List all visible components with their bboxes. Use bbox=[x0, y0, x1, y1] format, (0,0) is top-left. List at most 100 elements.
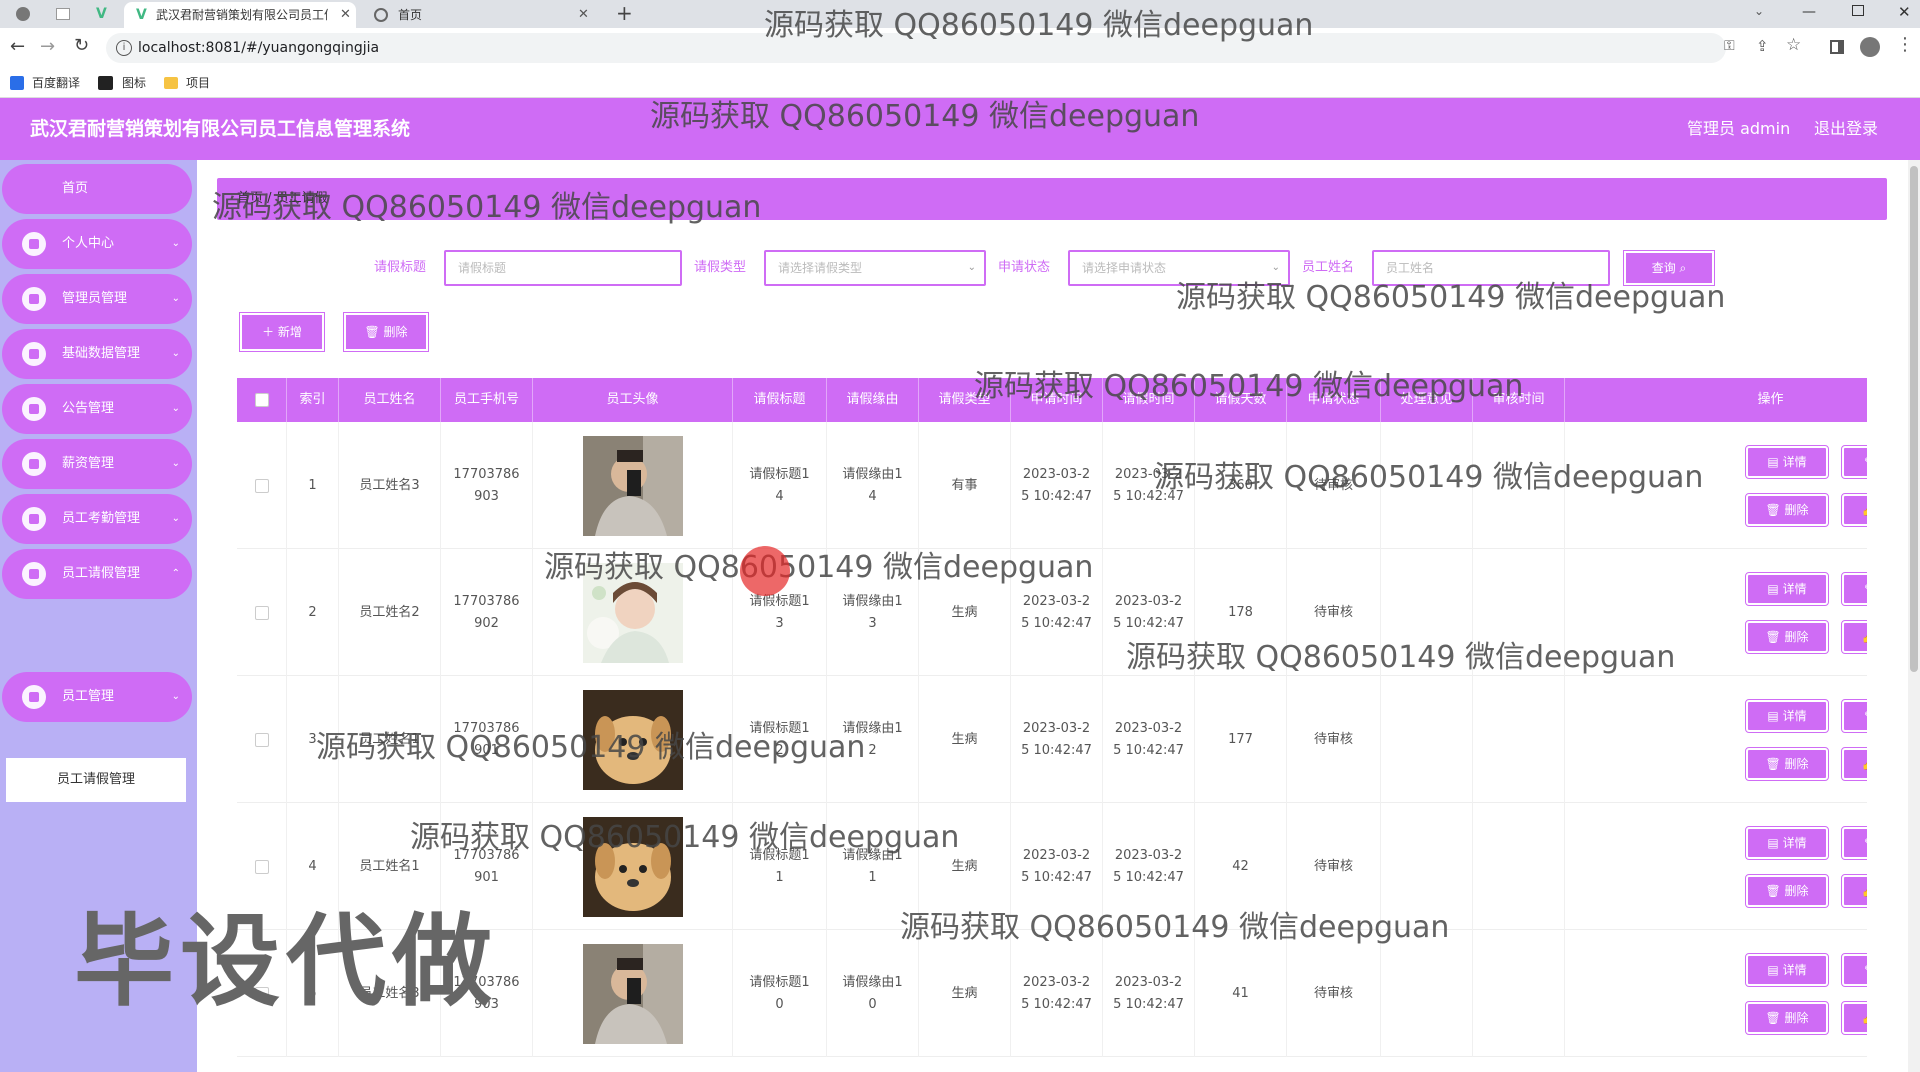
browser-tab-home[interactable]: 首页 ✕ bbox=[372, 2, 596, 28]
filter-name-input[interactable]: 员工姓名 bbox=[1372, 250, 1610, 286]
bookmark-icons[interactable]: 图标 bbox=[122, 68, 146, 98]
detail-button[interactable]: ▤ 详情 bbox=[1745, 953, 1829, 987]
browser-menu-icon[interactable]: ⋮ bbox=[1896, 34, 1914, 55]
cell-days: 177 bbox=[1195, 676, 1287, 803]
cell-text: 2023-03-2 5 10:42:47 bbox=[1113, 720, 1184, 758]
detail-button[interactable]: ▤ 详情 bbox=[1745, 826, 1829, 860]
select-all-checkbox[interactable] bbox=[254, 392, 269, 407]
review-button[interactable]: 👍 审核 bbox=[1841, 747, 1867, 781]
cell-text: 请假标题1 3 bbox=[749, 593, 810, 631]
cell-text: 41 bbox=[1232, 985, 1249, 1001]
row-delete-button[interactable]: 🗑 删除 bbox=[1745, 1001, 1829, 1035]
logout-link[interactable]: 退出登录 bbox=[1814, 98, 1878, 160]
edit-button[interactable]: ✎ 修改 bbox=[1841, 826, 1867, 860]
close-tab-icon[interactable]: ✕ bbox=[578, 2, 589, 28]
row-delete-button[interactable]: 🗑 删除 bbox=[1745, 747, 1829, 781]
sidebar-subitem-leave-manage[interactable]: 员工请假管理 bbox=[6, 758, 186, 802]
grid-icon bbox=[22, 452, 46, 476]
column-header: 请假时间 bbox=[1103, 378, 1195, 422]
cell-text: 1 bbox=[308, 477, 317, 493]
edit-button[interactable]: ✎ 修改 bbox=[1841, 445, 1867, 479]
filter-status-select[interactable]: 请选择申请状态 ⌄ bbox=[1068, 250, 1290, 286]
sidebar-item-home[interactable]: 首页 bbox=[2, 164, 192, 214]
review-button[interactable]: 👍 审核 bbox=[1841, 493, 1867, 527]
browser-tab-strip: V V 武汉君耐营销策划有限公司员工信 ✕ 首页 ✕ + ⌄ — ✕ bbox=[0, 0, 1920, 28]
bookmark-star-icon[interactable]: ☆ bbox=[1786, 35, 1801, 55]
sidebar-item-employee[interactable]: 员工管理 ⌄ bbox=[2, 672, 192, 722]
close-tab-icon[interactable]: ✕ bbox=[340, 2, 351, 28]
cell-title: 请假标题1 4 bbox=[733, 422, 827, 549]
filter-type-select[interactable]: 请选择请假类型 ⌄ bbox=[764, 250, 986, 286]
cell-reason: 请假缘由1 0 bbox=[827, 930, 919, 1057]
edit-button[interactable]: ✎ 修改 bbox=[1841, 953, 1867, 987]
chevron-down-icon: ⌄ bbox=[171, 403, 180, 414]
bookmark-project[interactable]: 项目 bbox=[186, 68, 210, 98]
filter-type-label: 请假类型 bbox=[694, 260, 747, 275]
delete-button[interactable]: 🗑 删除 bbox=[343, 312, 429, 352]
row-checkbox[interactable] bbox=[254, 732, 269, 747]
cell-actions: ▤ 详情 ✎ 修改 🗑 删除 👍 审核 bbox=[1565, 676, 1867, 803]
sidebar-item-leave[interactable]: 员工请假管理 ⌃ bbox=[2, 549, 192, 599]
chevron-down-icon: ⌄ bbox=[171, 348, 180, 359]
detail-button[interactable]: ▤ 详情 bbox=[1745, 445, 1829, 479]
profile-icon[interactable] bbox=[1860, 37, 1880, 57]
cell-text: 17703786 901 bbox=[453, 720, 520, 758]
sidebar-item-attendance[interactable]: 员工考勤管理 ⌄ bbox=[2, 494, 192, 544]
url-field[interactable]: i localhost:8081/#/yuangongqingjia bbox=[106, 33, 1726, 63]
close-window-button[interactable]: ✕ bbox=[1898, 3, 1911, 21]
page-scrollbar[interactable] bbox=[1908, 160, 1920, 1072]
back-icon[interactable]: ← bbox=[10, 36, 25, 57]
edit-button[interactable]: ✎ 修改 bbox=[1841, 572, 1867, 606]
review-button[interactable]: 👍 审核 bbox=[1841, 874, 1867, 908]
cell-text: 请假标题1 2 bbox=[749, 720, 810, 758]
delete-icon: 🗑 bbox=[1765, 884, 1785, 898]
add-button[interactable]: ＋ 新增 bbox=[239, 312, 325, 352]
reload-icon[interactable]: ↻ bbox=[74, 35, 89, 56]
edit-button[interactable]: ✎ 修改 bbox=[1841, 699, 1867, 733]
tab-search-icon[interactable]: ⌄ bbox=[1754, 4, 1764, 18]
row-delete-button[interactable]: 🗑 删除 bbox=[1745, 874, 1829, 908]
row-checkbox[interactable] bbox=[254, 478, 269, 493]
review-button[interactable]: 👍 审核 bbox=[1841, 1001, 1867, 1035]
sidebar-item-basedata[interactable]: 基础数据管理 ⌄ bbox=[2, 329, 192, 379]
row-delete-button[interactable]: 🗑 删除 bbox=[1745, 493, 1829, 527]
forward-icon[interactable]: → bbox=[40, 36, 55, 57]
row-delete-button[interactable]: 🗑 删除 bbox=[1745, 620, 1829, 654]
cell-text: 17703786 903 bbox=[453, 466, 520, 504]
table-row: 2 员工姓名2 17703786 902 请假标题1 3 请假缘由1 3 生病 2023-0… bbox=[237, 549, 1867, 676]
filter-title-input[interactable]: 请假标题 bbox=[444, 250, 682, 286]
minimize-window-button[interactable]: — bbox=[1802, 4, 1816, 20]
cell-text: 42 bbox=[1232, 858, 1249, 874]
row-checkbox[interactable] bbox=[254, 859, 269, 874]
system-title: 武汉君耐营销策划有限公司员工信息管理系统 bbox=[30, 118, 411, 140]
new-tab-button[interactable]: + bbox=[616, 1, 633, 25]
review-button[interactable]: 👍 审核 bbox=[1841, 620, 1867, 654]
restore-window-button[interactable] bbox=[1852, 5, 1864, 16]
breadcrumb-text[interactable]: 首页 / 员工请假 bbox=[237, 178, 328, 220]
browser-tab-favicon-2[interactable] bbox=[56, 8, 70, 20]
sidebar-item-notice[interactable]: 公告管理 ⌄ bbox=[2, 384, 192, 434]
delete-label: 删除 bbox=[1784, 1011, 1809, 1025]
sidebar-item-admin[interactable]: 管理员管理 ⌄ bbox=[2, 274, 192, 324]
detail-label: 详情 bbox=[1782, 455, 1807, 469]
vue-logo-icon[interactable]: V bbox=[96, 6, 107, 22]
bookmark-translate[interactable]: 百度翻译 bbox=[32, 68, 80, 98]
translate-icon bbox=[10, 76, 24, 90]
detail-button[interactable]: ▤ 详情 bbox=[1745, 699, 1829, 733]
detail-label: 详情 bbox=[1782, 963, 1807, 977]
site-info-icon[interactable]: i bbox=[116, 40, 132, 56]
detail-button[interactable]: ▤ 详情 bbox=[1745, 572, 1829, 606]
scrollbar-thumb[interactable] bbox=[1910, 166, 1918, 672]
sidebar-item-profile[interactable]: 个人中心 ⌄ bbox=[2, 219, 192, 269]
browser-tab-favicon-1[interactable] bbox=[16, 7, 30, 21]
cell-opinion bbox=[1381, 803, 1473, 930]
query-button[interactable]: 查询 ⌕ bbox=[1623, 250, 1715, 286]
browser-tab-active[interactable]: V 武汉君耐营销策划有限公司员工信 ✕ bbox=[124, 2, 356, 28]
cell-leave-time: 2023-03-2 5 10:42:47 bbox=[1103, 803, 1195, 930]
side-panel-icon[interactable] bbox=[1830, 40, 1844, 54]
sidebar-item-salary[interactable]: 薪资管理 ⌄ bbox=[2, 439, 192, 489]
password-key-icon[interactable]: ⚿ bbox=[1724, 38, 1735, 54]
cell-title: 请假标题1 1 bbox=[733, 803, 827, 930]
share-icon[interactable]: ⇪ bbox=[1756, 37, 1769, 55]
row-checkbox[interactable] bbox=[254, 605, 269, 620]
